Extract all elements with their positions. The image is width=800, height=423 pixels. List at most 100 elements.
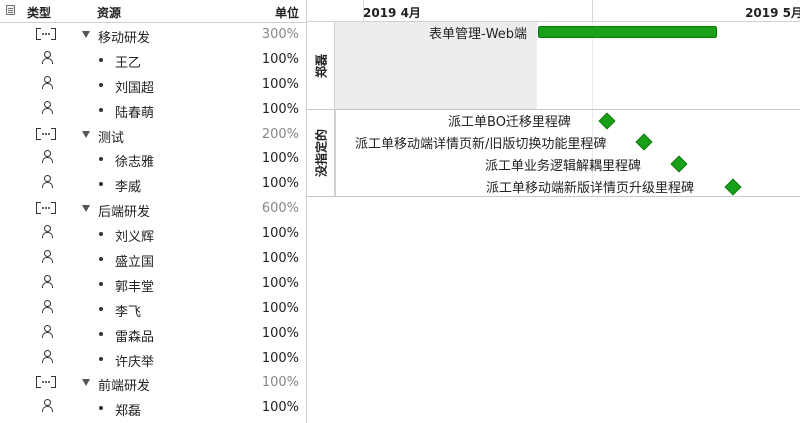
- resource-name: 郑磊: [115, 404, 142, 420]
- lane-label-zhenglei: 郑磊: [307, 22, 335, 109]
- resource-name: 李威: [115, 180, 142, 196]
- resource-unit: 200%: [261, 126, 299, 142]
- person-icon: [42, 324, 53, 338]
- resource-unit: 100%: [261, 275, 299, 291]
- resource-name: 徐志雅: [115, 155, 155, 171]
- resource-unit: 100%: [261, 350, 299, 366]
- resource-name: 盛立国: [115, 255, 155, 271]
- collapse-toggle-icon[interactable]: [82, 31, 90, 38]
- resource-person-row[interactable]: 郭丰堂 100%: [0, 271, 306, 296]
- collapse-toggle-icon[interactable]: [82, 379, 90, 387]
- task-bar[interactable]: [538, 26, 717, 38]
- resource-unit: 100%: [261, 400, 299, 416]
- resource-name: 雷森品: [115, 329, 155, 345]
- month-label-april: 2019 4月: [363, 6, 421, 20]
- resource-name: 许庆举: [115, 354, 155, 370]
- person-icon: [42, 274, 53, 288]
- table-header: 类型 资源 单位: [0, 0, 306, 23]
- person-icon: [42, 150, 53, 164]
- lane-divider: [335, 110, 336, 196]
- resource-person-row[interactable]: 陆春萌 100%: [0, 97, 306, 122]
- resource-name: 李飞: [115, 304, 142, 320]
- resource-unit: 100%: [261, 176, 299, 192]
- resource-group-row[interactable]: 后端研发 600%: [0, 196, 306, 221]
- resource-unit: 100%: [261, 300, 299, 316]
- collapse-toggle-icon[interactable]: [82, 205, 90, 213]
- resource-name: 测试: [98, 130, 125, 146]
- milestone-marker[interactable]: [635, 133, 653, 151]
- resource-table: 类型 资源 单位 移动研发 300% 王乙 100% 刘国超 100% 陆春萌 100%…: [0, 0, 306, 423]
- resource-person-row[interactable]: 李威 100%: [0, 171, 306, 196]
- header-unit[interactable]: 单位: [275, 4, 299, 21]
- person-icon: [42, 250, 53, 264]
- resource-rows: 移动研发 300% 王乙 100% 刘国超 100% 陆春萌 100% 测试 200% 徐…: [0, 22, 306, 420]
- resource-unit: 100%: [261, 151, 299, 167]
- resource-person-row[interactable]: 雷森品 100%: [0, 321, 306, 346]
- lane-separator: [307, 196, 800, 197]
- resource-unit: 300%: [261, 27, 299, 42]
- milestone-marker[interactable]: [598, 112, 616, 130]
- person-icon: [42, 175, 53, 189]
- bullet-icon: [99, 281, 103, 286]
- person-icon: [42, 399, 53, 413]
- header-type[interactable]: 类型: [27, 4, 51, 21]
- timeline-scale: 2019 4月 2019 5月: [307, 0, 800, 22]
- resource-group-row[interactable]: 移动研发 300%: [0, 22, 306, 47]
- resource-person-row[interactable]: 盛立国 100%: [0, 246, 306, 271]
- column-menu-icon[interactable]: [6, 5, 15, 15]
- week-tick: [592, 0, 593, 21]
- resource-name: 刘国超: [115, 80, 155, 96]
- lane-separator: [307, 109, 800, 110]
- resource-name: 王乙: [115, 55, 142, 71]
- collapse-toggle-icon[interactable]: [82, 130, 90, 138]
- resource-name: 陆春萌: [115, 105, 155, 121]
- resource-unit: 100%: [261, 251, 299, 267]
- bullet-icon: [99, 356, 103, 361]
- person-icon: [42, 100, 53, 114]
- milestone-marker[interactable]: [670, 155, 688, 173]
- bullet-icon: [99, 57, 103, 62]
- person-icon: [42, 349, 53, 363]
- resource-group-row[interactable]: 测试 200%: [0, 122, 306, 147]
- bullet-icon: [99, 107, 103, 112]
- milestone-label: 派工单移动端详情页新/旧版切换功能里程碑: [355, 137, 607, 152]
- bullet-icon: [99, 182, 103, 187]
- resource-person-row[interactable]: 许庆举 100%: [0, 346, 306, 371]
- resource-name: 后端研发: [98, 205, 151, 221]
- resource-person-row[interactable]: 徐志雅 100%: [0, 146, 306, 171]
- resource-unit: 100%: [261, 325, 299, 341]
- task-label: 表单管理-Web端: [429, 27, 528, 42]
- lane-label-unassigned: 没指定的: [307, 110, 335, 196]
- person-icon: [42, 225, 53, 239]
- milestone-label: 派工单BO迁移里程碑: [448, 115, 571, 130]
- person-icon: [42, 75, 53, 89]
- header-resource[interactable]: 资源: [97, 4, 121, 21]
- bullet-icon: [99, 257, 103, 262]
- group-icon: [36, 28, 56, 40]
- resource-unit: 100%: [261, 101, 299, 117]
- resource-person-row[interactable]: 郑磊 100%: [0, 395, 306, 420]
- resource-group-row[interactable]: 前端研发 100%: [0, 370, 306, 395]
- gantt-chart: 2019 4月 2019 5月 郑磊 表单管理-Web端 没指定的 派工单BO迁…: [306, 0, 800, 423]
- month-label-may: 2019 5月: [745, 6, 800, 20]
- milestone-label: 派工单移动端新版详情页升级里程碑: [486, 181, 695, 196]
- resource-name: 刘义辉: [115, 230, 155, 246]
- resource-person-row[interactable]: 刘国超 100%: [0, 72, 306, 97]
- resource-person-row[interactable]: 刘义辉 100%: [0, 221, 306, 246]
- bullet-icon: [99, 82, 103, 87]
- resource-name: 前端研发: [98, 379, 151, 395]
- resource-person-row[interactable]: 王乙 100%: [0, 47, 306, 72]
- resource-unit: 100%: [261, 76, 299, 92]
- resource-unit: 600%: [261, 201, 299, 217]
- bullet-icon: [99, 232, 103, 237]
- group-icon: [36, 202, 56, 215]
- resource-person-row[interactable]: 李飞 100%: [0, 296, 306, 321]
- bullet-icon: [99, 331, 103, 336]
- group-icon: [36, 376, 56, 389]
- person-icon: [42, 299, 53, 313]
- group-icon: [36, 127, 56, 140]
- milestone-marker[interactable]: [724, 178, 742, 196]
- milestone-label: 派工单业务逻辑解耦里程碑: [485, 159, 642, 174]
- bullet-icon: [99, 406, 103, 411]
- resource-unit: 100%: [261, 51, 299, 67]
